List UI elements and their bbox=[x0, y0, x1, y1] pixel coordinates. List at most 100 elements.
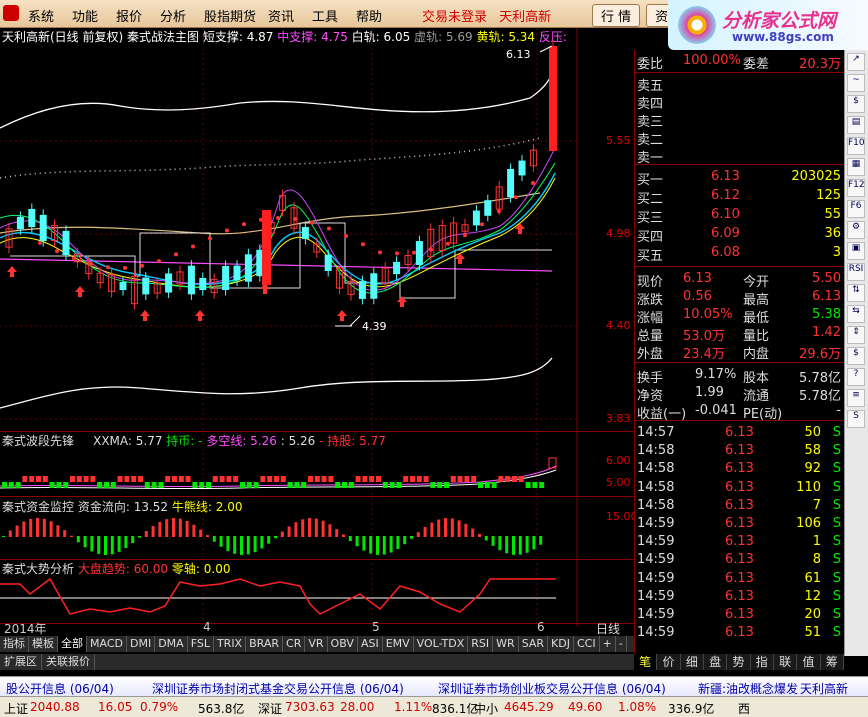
trade-row: 14:59 6.13 51 S bbox=[635, 624, 845, 642]
tab-cci[interactable]: CCI bbox=[574, 636, 600, 652]
tab-extension[interactable]: 扩展区 bbox=[0, 654, 42, 670]
tab-trend[interactable]: 势 bbox=[727, 654, 751, 670]
tab-dma[interactable]: DMA bbox=[155, 636, 188, 652]
tab-tick[interactable]: 笔 bbox=[634, 654, 658, 670]
sidebar-tool-icon[interactable]: $ bbox=[847, 347, 865, 365]
app-icon[interactable] bbox=[3, 5, 19, 21]
ticker-item[interactable]: 深圳证券市场封闭式基金交易公开信息 (06/04) bbox=[152, 680, 404, 697]
menu-help[interactable]: 帮助 bbox=[356, 6, 400, 25]
tab-kdj[interactable]: KDJ bbox=[548, 636, 574, 652]
tab-obv[interactable]: OBV bbox=[328, 636, 358, 652]
tab-dmi[interactable]: DMI bbox=[127, 636, 156, 652]
menu-red-links: 交易未登录 天利高新 bbox=[422, 6, 559, 25]
menu-function[interactable]: 功能 bbox=[72, 6, 116, 25]
tab-related-quote[interactable]: 关联报价 bbox=[42, 654, 95, 670]
sidebar-tool-icon[interactable]: ~ bbox=[847, 74, 865, 92]
tab-sar[interactable]: SAR bbox=[519, 636, 549, 652]
tab-cr[interactable]: CR bbox=[283, 636, 306, 652]
trade-price: 6.13 bbox=[725, 552, 754, 568]
tab-vr[interactable]: VR bbox=[305, 636, 328, 652]
stock-name-link[interactable]: 天利高新 bbox=[499, 10, 551, 25]
sub1-bar bbox=[525, 482, 531, 488]
ticker-item[interactable]: 天利高新 bbox=[800, 680, 848, 697]
trade-side: S bbox=[832, 552, 841, 568]
sidebar-tool-icon[interactable]: ⚙ bbox=[847, 221, 865, 239]
kline-chart-area[interactable]: 天利高新(日线 前复权) 秦式战法主图 短支撑: 4.87 中支撑: 4.75 … bbox=[0, 28, 638, 656]
sidebar-tool-icon[interactable]: ⇅ bbox=[847, 284, 865, 302]
tab-chips[interactable]: 筹 bbox=[821, 654, 844, 670]
tab-rsi[interactable]: RSI bbox=[468, 636, 494, 652]
ticker-item[interactable]: 深圳证券市场创业板交易公开信息 (06/04) bbox=[438, 680, 666, 697]
bid-label: 买一 bbox=[637, 173, 664, 188]
tab-value[interactable]: 值 bbox=[797, 654, 821, 670]
lower-white-band bbox=[0, 357, 553, 409]
status-extra[interactable]: 西 bbox=[738, 700, 750, 717]
sidebar-tool-icon[interactable]: F10 bbox=[847, 137, 865, 155]
sub1-bar bbox=[498, 476, 504, 482]
menu-system[interactable]: 系统 bbox=[28, 6, 72, 25]
sidebar-tool-icon[interactable]: ⇆ bbox=[847, 305, 865, 323]
ticker-item[interactable]: 新疆:油改概念爆发 bbox=[698, 680, 798, 697]
sub2-bar bbox=[498, 536, 502, 551]
tab-asi[interactable]: ASI bbox=[358, 636, 383, 652]
tab-trix[interactable]: TRIX bbox=[214, 636, 247, 652]
sub1-bar bbox=[355, 476, 361, 482]
sidebar-tool-icon[interactable]: ▦ bbox=[847, 158, 865, 176]
candle-body bbox=[324, 254, 332, 272]
sub2-bar bbox=[335, 529, 339, 537]
candle-body bbox=[370, 273, 378, 299]
sidebar-tool-icon[interactable]: S bbox=[847, 410, 865, 428]
sidebar-tool-icon[interactable]: ▤ bbox=[847, 116, 865, 134]
tab-wr[interactable]: WR bbox=[493, 636, 519, 652]
sub2-bar bbox=[42, 518, 46, 537]
tab-all[interactable]: 全部 bbox=[58, 636, 87, 652]
tab-price[interactable]: 价 bbox=[657, 654, 681, 670]
tab-remove-button[interactable]: - bbox=[616, 636, 627, 652]
trade-time: 14:59 bbox=[637, 607, 675, 622]
sub2-bar bbox=[8, 530, 12, 537]
buy-arrow-icon bbox=[337, 310, 347, 321]
trade-row: 14:58 6.13 110 S bbox=[635, 479, 845, 497]
ticker-item[interactable]: 股公开信息 (06/04) bbox=[6, 680, 114, 697]
sidebar-tool-icon[interactable]: ≡ bbox=[847, 389, 865, 407]
sidebar-tool-icon[interactable]: RSI bbox=[847, 263, 865, 281]
sub2-bar bbox=[287, 526, 291, 537]
menu-quote[interactable]: 报价 bbox=[116, 6, 160, 25]
sub2-bar bbox=[437, 519, 441, 537]
tab-linked[interactable]: 联 bbox=[774, 654, 798, 670]
trade-login-link[interactable]: 交易未登录 bbox=[422, 10, 487, 25]
signal-dot bbox=[310, 220, 314, 225]
sidebar-tool-icon[interactable]: $ bbox=[847, 95, 865, 113]
tab-detail[interactable]: 细 bbox=[681, 654, 704, 670]
tab-index[interactable]: 指 bbox=[751, 654, 774, 670]
menu-news[interactable]: 资讯 bbox=[268, 6, 312, 25]
sidebar-tool-icon[interactable]: ? bbox=[847, 368, 865, 386]
quote-button[interactable]: 行 情 bbox=[592, 4, 641, 27]
sub1-bar bbox=[70, 476, 75, 482]
tab-indicator[interactable]: 指标 bbox=[0, 636, 29, 652]
tab-fsl[interactable]: FSL bbox=[188, 636, 214, 652]
sidebar-tool-icon[interactable]: F12 bbox=[847, 179, 865, 197]
tab-macd[interactable]: MACD bbox=[87, 636, 127, 652]
tab-brar[interactable]: BRAR bbox=[246, 636, 284, 652]
sub2-bar bbox=[471, 528, 475, 537]
sub2-bar bbox=[199, 529, 203, 537]
sidebar-tool-icon[interactable]: ▣ bbox=[847, 242, 865, 260]
sidebar-tool-icon[interactable]: F6 bbox=[847, 200, 865, 218]
tab-vol-tdx[interactable]: VOL-TDX bbox=[414, 636, 469, 652]
sub2-bar bbox=[219, 536, 223, 547]
quote-value: 9.17% bbox=[695, 367, 737, 382]
tab-book[interactable]: 盘 bbox=[704, 654, 728, 670]
menu-analysis[interactable]: 分析 bbox=[160, 6, 204, 25]
tab-add-button[interactable]: + bbox=[600, 636, 616, 652]
sub1-bar bbox=[396, 482, 402, 488]
menu-futures[interactable]: 股指期货 bbox=[204, 6, 268, 25]
menu-tools[interactable]: 工具 bbox=[312, 6, 356, 25]
bid-volume: 55 bbox=[824, 207, 841, 222]
sub1-bar bbox=[8, 482, 14, 488]
sidebar-tool-icon[interactable]: ⇕ bbox=[847, 326, 865, 344]
tab-template[interactable]: 模板 bbox=[29, 636, 58, 652]
period-label[interactable]: 日线 bbox=[596, 620, 620, 637]
sidebar-tool-icon[interactable]: ↗ bbox=[847, 53, 865, 71]
tab-emv[interactable]: EMV bbox=[383, 636, 414, 652]
